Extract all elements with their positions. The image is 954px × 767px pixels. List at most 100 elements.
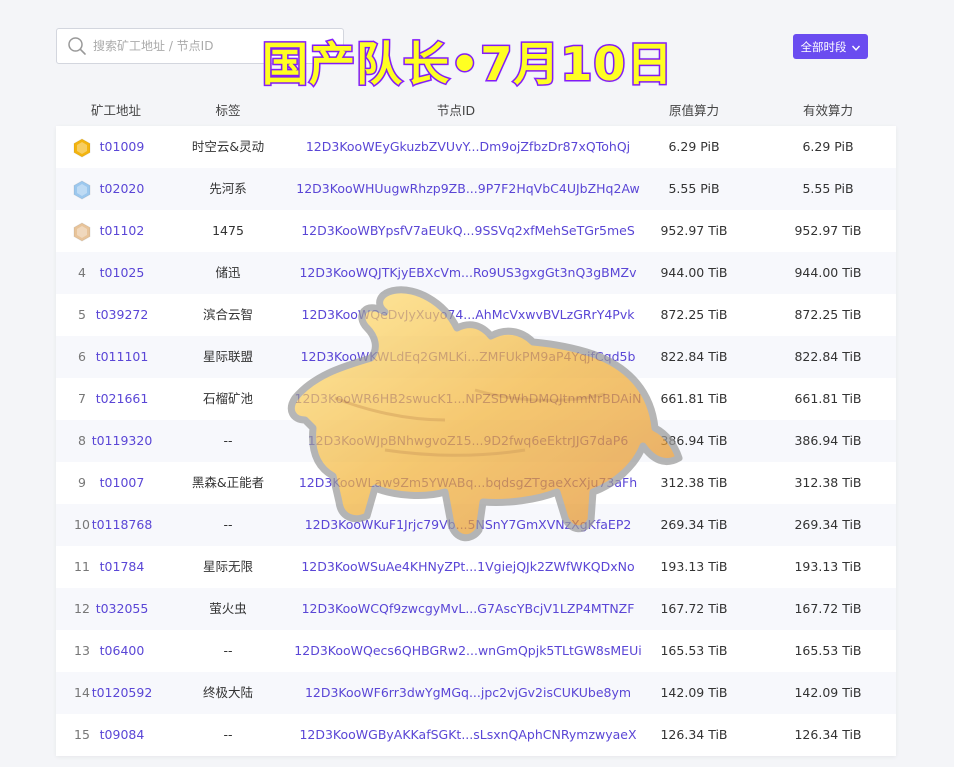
miner-tag: -- [223,433,233,448]
miner-address-link[interactable]: t039272 [86,294,158,336]
effective-power-value: 661.81 TiB [794,391,862,406]
raw-power-value: 193.13 TiB [660,559,728,574]
node-id-link[interactable]: 12D3KooWR6HB2swucK1...NPZSDWhDMQJtnmNrBD… [288,378,648,420]
miner-address-link[interactable]: t02020 [86,168,158,210]
raw-power-value: 312.38 TiB [660,475,728,490]
miner-address-link[interactable]: t0119320 [86,420,158,462]
effective-power-value: 822.84 TiB [794,349,862,364]
table-row: 14 t0120592 终极大陆 12D3KooWF6rr3dwYgMGq...jpc… [56,672,896,714]
miner-address-link[interactable]: t011101 [86,336,158,378]
node-id-link[interactable]: 12D3KooWQecs6QHBGRw2...wnGmQpjk5TLtGW8sM… [288,630,648,672]
effective-power-value: 269.34 TiB [794,517,862,532]
node-id-link[interactable]: 12D3KooWGByAKKafSGKt...sLsxnQAphCNRymzwy… [288,714,648,756]
miner-tag: 石榴矿池 [202,391,253,406]
table-row: t02020 先河系 12D3KooWHUugwRhzp9ZB...9P7F2HqV… [56,168,896,210]
column-header-miner: 矿工地址 [90,103,141,118]
table-row: 5 t039272 滨合云智 12D3KooWQeDvJyXuyo74...AhMcV… [56,294,896,336]
page: 国产队长•7月10日 全部时段 矿工地址 标签 节点ID 原值算力 有效算力 t… [0,0,954,767]
effective-power-value: 6.29 PiB [802,139,854,154]
node-id-link[interactable]: 12D3KooWKuF1Jrjc79Vb...5NSnY7GmXVNzXgKfa… [288,504,648,546]
table-row: 6 t011101 星际联盟 12D3KooWKWLdEq2GMLKi...ZMFUk… [56,336,896,378]
node-id-link[interactable]: 12D3KooWLaw9Zm5YWABq...bqdsgZTgaeXcXju73… [288,462,648,504]
raw-power-value: 386.94 TiB [660,433,728,448]
effective-power-value: 312.38 TiB [794,475,862,490]
miner-address-link[interactable]: t0118768 [86,504,158,546]
miner-tag: 萤火虫 [209,601,247,616]
effective-power-value: 944.00 TiB [794,265,862,280]
period-select-label: 全部时段 [800,39,847,54]
miner-tag: 终极大陆 [202,685,253,700]
column-header-raw-power: 原值算力 [668,103,719,118]
miner-tag: 储迅 [215,265,241,280]
miner-tag: 1475 [212,223,244,238]
table-row: 4 t01025 储迅 12D3KooWQJTKjyEBXcVm...Ro9US3gx… [56,252,896,294]
node-id-link[interactable]: 12D3KooWEyGkuzbZVUvY...Dm9ojZfbzDr87xQTo… [288,126,648,168]
miner-tag: 先河系 [209,181,247,196]
effective-power-value: 126.34 TiB [794,727,862,742]
effective-power-value: 142.09 TiB [794,685,862,700]
node-id-link[interactable]: 12D3KooWHUugwRhzp9ZB...9P7F2HqVbC4UJbZHq… [288,168,648,210]
miner-address-link[interactable]: t01025 [86,252,158,294]
miner-tag: 黑森&正能者 [191,475,265,490]
top-strip [0,0,954,6]
chevron-down-icon [851,42,861,52]
effective-power-value: 872.25 TiB [794,307,862,322]
raw-power-value: 167.72 TiB [660,601,728,616]
raw-power-value: 5.55 PiB [668,181,720,196]
raw-power-value: 661.81 TiB [660,391,728,406]
table-row: t01102 1475 12D3KooWBYpsfV7aEUkQ...9SSVq2x… [56,210,896,252]
miner-address-link[interactable]: t032055 [86,588,158,630]
miner-address-link[interactable]: t01102 [86,210,158,252]
raw-power-value: 126.34 TiB [660,727,728,742]
miner-address-link[interactable]: t0120592 [86,672,158,714]
miner-address-link[interactable]: t01009 [86,126,158,168]
miner-address-link[interactable]: t09084 [86,714,158,756]
search-icon [67,36,87,56]
table-row: 10 t0118768 -- 12D3KooWKuF1Jrjc79Vb...5NSnY… [56,504,896,546]
effective-power-value: 167.72 TiB [794,601,862,616]
table-row: 9 t01007 黑森&正能者 12D3KooWLaw9Zm5YWABq...bqds… [56,462,896,504]
miner-tag: -- [223,643,233,658]
node-id-link[interactable]: 12D3KooWQJTKjyEBXcVm...Ro9US3gxgGt3nQ3gB… [288,252,648,294]
table-row: 8 t0119320 -- 12D3KooWJpBNhwgvoZ15...9D2fwq… [56,420,896,462]
node-id-link[interactable]: 12D3KooWCQf9zwcgyMvL...G7AscYBcjV1LZP4MT… [288,588,648,630]
miner-tag: 时空云&灵动 [191,139,265,154]
column-header-node: 节点ID [436,103,476,118]
miner-address-link[interactable]: t01007 [86,462,158,504]
node-id-link[interactable]: 12D3KooWQeDvJyXuyo74...AhMcVxwvBVLzGRrY4… [288,294,648,336]
node-id-link[interactable]: 12D3KooWJpBNhwgvoZ15...9D2fwq6eEktrJJG7d… [288,420,648,462]
effective-power-value: 386.94 TiB [794,433,862,448]
miner-address-link[interactable]: t01784 [86,546,158,588]
table-row: 11 t01784 星际无限 12D3KooWSuAe4KHNyZPt...1Vgie… [56,546,896,588]
miner-tag: -- [223,517,233,532]
table-row: 13 t06400 -- 12D3KooWQecs6QHBGRw2...wnGmQpj… [56,630,896,672]
miner-tag: 星际联盟 [202,349,253,364]
miner-address-link[interactable]: t06400 [86,630,158,672]
table-row: 15 t09084 -- 12D3KooWGByAKKafSGKt...sLsxnQA… [56,714,896,756]
column-header-effective-power: 有效算力 [802,103,853,118]
effective-power-value: 952.97 TiB [794,223,862,238]
miner-tag: -- [223,727,233,742]
period-select[interactable]: 全部时段 [793,34,868,59]
raw-power-value: 142.09 TiB [660,685,728,700]
raw-power-value: 269.34 TiB [660,517,728,532]
node-id-link[interactable]: 12D3KooWSuAe4KHNyZPt...1VgiejQJk2ZWfWKQD… [288,546,648,588]
miner-tag: 滨合云智 [202,307,253,322]
raw-power-value: 952.97 TiB [660,223,728,238]
raw-power-value: 165.53 TiB [660,643,728,658]
column-header-tag: 标签 [215,103,241,118]
raw-power-value: 872.25 TiB [660,307,728,322]
table-row: 7 t021661 石榴矿池 12D3KooWR6HB2swucK1...NPZSDW… [56,378,896,420]
effective-power-value: 165.53 TiB [794,643,862,658]
table-header: 矿工地址 标签 节点ID 原值算力 有效算力 [56,92,896,124]
ranking-table: t01009 时空云&灵动 12D3KooWEyGkuzbZVUvY...Dm9oj… [56,126,896,756]
raw-power-value: 822.84 TiB [660,349,728,364]
miner-tag: 星际无限 [202,559,253,574]
raw-power-value: 944.00 TiB [660,265,728,280]
node-id-link[interactable]: 12D3KooWF6rr3dwYgMGq...jpc2vjGv2isCUKUbe… [288,672,648,714]
raw-power-value: 6.29 PiB [668,139,720,154]
node-id-link[interactable]: 12D3KooWBYpsfV7aEUkQ...9SSVq2xfMehSeTGr5… [288,210,648,252]
effective-power-value: 193.13 TiB [794,559,862,574]
miner-address-link[interactable]: t021661 [86,378,158,420]
node-id-link[interactable]: 12D3KooWKWLdEq2GMLKi...ZMFUkPM9aP4YqjfCq… [288,336,648,378]
